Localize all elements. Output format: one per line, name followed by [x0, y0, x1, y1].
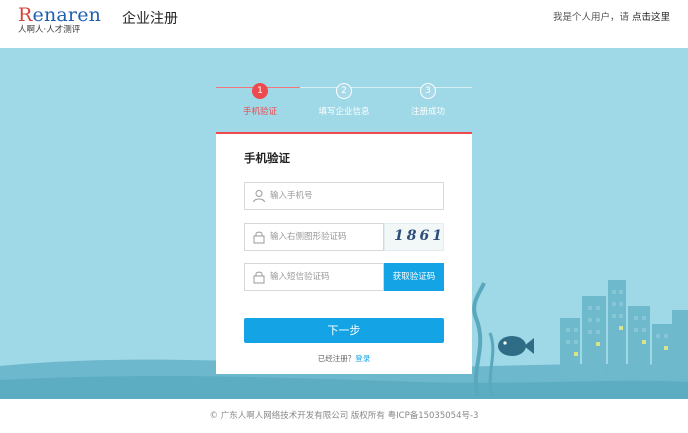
user-icon — [253, 190, 265, 203]
registered-text: 已经注册？ — [317, 354, 356, 363]
lock-icon — [253, 231, 265, 244]
phone-verify-card: 手机验证 1861 获取验证码 下一步 已经注册？登录 — [216, 132, 472, 374]
logo-wordmark: Renaren — [18, 4, 102, 26]
logo-subtitle: 人啊人·人才测评 — [18, 25, 81, 35]
sms-code-field[interactable] — [244, 263, 410, 291]
captcha-image[interactable]: 1861 — [384, 223, 444, 251]
fish-illustration — [498, 336, 534, 356]
step-number: 1 — [252, 83, 268, 99]
personal-user-prompt: 我是个人用户，请 点击这里 — [552, 12, 670, 23]
step-register-success: 3 注册成功 — [388, 78, 468, 117]
renaren-logo[interactable]: Renaren 人啊人·人才测评 — [18, 4, 102, 42]
step-phone-verify: 1 手机验证 — [220, 78, 300, 117]
step-number: 2 — [336, 83, 352, 99]
step-number: 3 — [420, 83, 436, 99]
get-sms-code-button[interactable]: 获取验证码 — [384, 263, 444, 291]
login-prompt: 已经注册？登录 — [216, 353, 472, 364]
phone-field[interactable] — [244, 182, 444, 210]
step-label: 填写企业信息 — [318, 107, 370, 117]
step-label: 手机验证 — [242, 107, 277, 117]
phone-input[interactable] — [270, 183, 410, 209]
footer-copyright: © 广东人啊人网络技术开发有限公司 版权所有 粤ICP备15035054号-3 — [0, 399, 688, 433]
page-title: 企业注册 — [122, 11, 178, 27]
top-header: Renaren 人啊人·人才测评 企业注册 我是个人用户，请 点击这里 — [0, 0, 688, 48]
lock-icon — [253, 271, 265, 284]
form-title: 手机验证 — [244, 151, 290, 165]
captcha-text: 1861 — [394, 228, 445, 244]
step-company-info: 2 填写企业信息 — [304, 78, 384, 117]
personal-user-link[interactable]: 点击这里 — [632, 12, 670, 23]
login-link[interactable]: 登录 — [355, 354, 370, 363]
step-label: 注册成功 — [410, 107, 445, 117]
next-step-button[interactable]: 下一步 — [244, 318, 444, 343]
captcha-field[interactable] — [244, 223, 410, 251]
registration-steps: 1 手机验证 2 填写企业信息 3 注册成功 — [216, 78, 472, 118]
